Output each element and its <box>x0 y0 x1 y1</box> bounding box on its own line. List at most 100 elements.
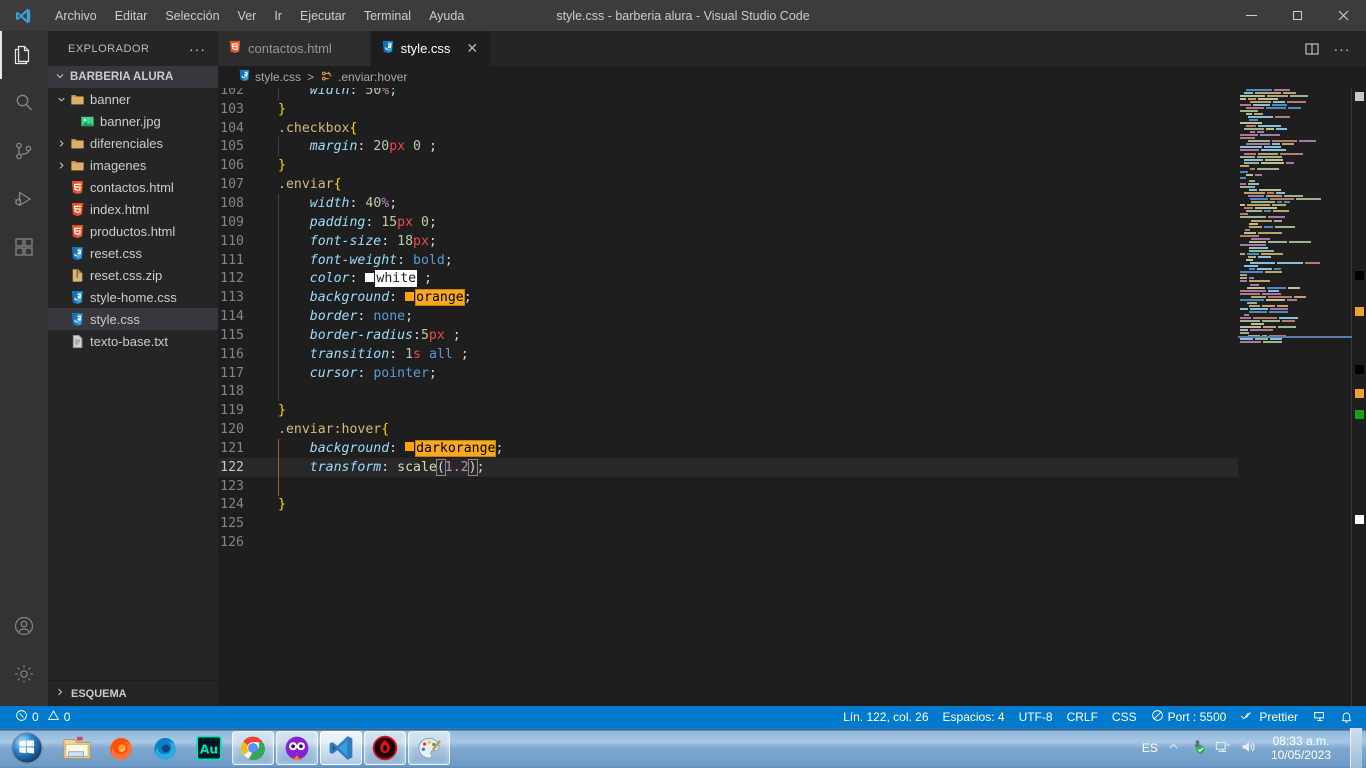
tree-item-style-home-css[interactable]: style-home.css <box>48 286 218 308</box>
language-mode[interactable]: CSS <box>1105 706 1144 728</box>
notifications-bell-icon[interactable] <box>1333 706 1360 728</box>
minimap-token <box>1275 225 1295 228</box>
menu-ver[interactable]: Ver <box>230 6 265 26</box>
error-icon <box>15 709 28 725</box>
opera-gx-icon[interactable] <box>276 731 318 765</box>
minimap-token <box>1283 91 1296 94</box>
line-content: .checkbox{ <box>278 120 358 136</box>
firefox-developer-icon[interactable] <box>144 731 186 765</box>
minimap-token <box>1240 253 1245 256</box>
tree-item-label: productos.html <box>90 223 176 239</box>
tree-item-label: style-home.css <box>90 289 177 305</box>
activity-extensions-icon[interactable] <box>0 223 48 271</box>
minimap-token <box>1240 289 1266 292</box>
zip-file-icon <box>68 268 86 283</box>
editor-more-actions-icon[interactable]: ··· <box>1328 31 1356 66</box>
tab-close-icon[interactable]: ✕ <box>466 40 478 57</box>
taskbar-clock[interactable]: 08:33 a.m. 10/05/2023 <box>1265 734 1337 762</box>
usb-safely-remove-icon[interactable] <box>1189 738 1206 758</box>
error-count: 0 <box>32 710 39 724</box>
menu-terminal[interactable]: Terminal <box>356 6 419 26</box>
activity-search-icon[interactable] <box>0 79 48 127</box>
outline-section-header[interactable]: ESQUEMA <box>48 680 218 706</box>
tree-item-imagenes[interactable]: imagenes <box>48 154 218 176</box>
color-swatch-darkorange[interactable] <box>405 442 415 452</box>
minimap-token <box>1249 304 1260 307</box>
menu-ayuda[interactable]: Ayuda <box>421 6 472 26</box>
activity-run-debug-icon[interactable] <box>0 175 48 223</box>
activity-settings-gear-icon[interactable] <box>0 650 48 698</box>
close-button[interactable] <box>1320 0 1366 31</box>
menu-archivo[interactable]: Archivo <box>47 6 105 26</box>
indentation[interactable]: Espacios: 4 <box>936 706 1012 728</box>
prettier-status[interactable]: Prettier <box>1233 706 1305 728</box>
folder-file-icon <box>68 92 86 107</box>
menu-editar[interactable]: Editar <box>107 6 156 26</box>
minimap[interactable] <box>1238 88 1352 706</box>
problems-status[interactable]: 0 0 <box>8 706 77 728</box>
tree-item-style-css[interactable]: style.css <box>48 308 218 330</box>
firefox-icon[interactable] <box>100 731 142 765</box>
activity-explorer-icon[interactable] <box>0 31 48 79</box>
tree-item-banner-jpg[interactable]: banner.jpg <box>48 110 218 132</box>
minimap-token <box>1258 125 1281 128</box>
tree-item-index-html[interactable]: index.html <box>48 198 218 220</box>
line-content: padding: 15px 0; <box>270 212 437 232</box>
tree-item-diferenciales[interactable]: diferenciales <box>48 132 218 154</box>
tab-style-css[interactable]: style.css ✕ <box>370 31 491 66</box>
minimap-token <box>1248 140 1270 143</box>
encoding[interactable]: UTF-8 <box>1012 706 1060 728</box>
minimap-token <box>1250 198 1268 201</box>
google-chrome-icon[interactable] <box>232 731 274 765</box>
svg-text:Au: Au <box>200 742 218 756</box>
overview-mark <box>1355 271 1364 280</box>
start-orb-icon[interactable] <box>0 728 54 768</box>
file-explorer-icon[interactable] <box>56 731 98 765</box>
maximize-button[interactable] <box>1274 0 1320 31</box>
paint-icon[interactable] <box>408 731 450 765</box>
explorer-more-icon[interactable]: ··· <box>189 42 206 56</box>
minimize-button[interactable] <box>1228 0 1274 31</box>
cursor-position[interactable]: Lín. 122, col. 26 <box>836 706 935 728</box>
activity-account-icon[interactable] <box>0 602 48 650</box>
line-number: 114 <box>220 309 244 325</box>
tree-item-productos-html[interactable]: productos.html <box>48 220 218 242</box>
app-red-icon[interactable] <box>364 731 406 765</box>
menu-seleccion[interactable]: Selección <box>157 6 227 26</box>
minimap-token <box>1245 228 1250 231</box>
adobe-audition-icon[interactable]: Au <box>188 731 230 765</box>
tree-item-reset-css[interactable]: reset.css <box>48 242 218 264</box>
minimap-token <box>1247 301 1257 304</box>
line-content: transform: scale(1.2); <box>270 457 485 477</box>
tree-item-reset-css-zip[interactable]: reset.css.zip <box>48 264 218 286</box>
minimap-token <box>1286 161 1294 164</box>
line-number: 125 <box>220 516 244 532</box>
code-editor[interactable]: 102 width: 50%; 103 } 104 .checkbox{ 105… <box>218 88 1366 706</box>
line-endings[interactable]: CRLF <box>1060 706 1105 728</box>
color-swatch-orange[interactable] <box>405 291 415 301</box>
breadcrumb-file[interactable]: style.css <box>238 69 301 85</box>
menu-ir[interactable]: Ir <box>266 6 290 26</box>
windows-taskbar: Au ES 08:33 a.m. 10/05/2023 <box>0 728 1366 768</box>
tab-contactos-html[interactable]: contactos.html ✕ <box>218 31 371 66</box>
remote-window-icon[interactable] <box>1305 706 1333 728</box>
port-label: Port : 5500 <box>1167 710 1227 724</box>
line-content: cursor: pointer; <box>270 363 437 383</box>
editor-scrollbar[interactable] <box>1352 88 1366 706</box>
volume-icon[interactable] <box>1240 739 1256 758</box>
workspace-root-row[interactable]: BARBERIA ALURA <box>48 66 218 88</box>
language-indicator[interactable]: ES <box>1142 741 1158 755</box>
breadcrumb-symbol[interactable]: .enviar:hover <box>320 69 407 86</box>
show-hidden-icons-icon[interactable] <box>1167 740 1180 756</box>
menu-ejecutar[interactable]: Ejecutar <box>292 6 354 26</box>
live-server-port[interactable]: Port : 5500 <box>1144 706 1234 728</box>
color-swatch-white[interactable] <box>365 272 375 282</box>
show-desktop-button[interactable] <box>1350 728 1362 768</box>
activity-source-control-icon[interactable] <box>0 127 48 175</box>
network-icon[interactable] <box>1215 739 1231 758</box>
tree-item-banner[interactable]: banner <box>48 88 218 110</box>
visual-studio-code-icon[interactable] <box>320 731 362 765</box>
split-editor-icon[interactable] <box>1298 31 1326 66</box>
tree-item-contactos-html[interactable]: contactos.html <box>48 176 218 198</box>
tree-item-texto-base-txt[interactable]: texto-base.txt <box>48 330 218 352</box>
